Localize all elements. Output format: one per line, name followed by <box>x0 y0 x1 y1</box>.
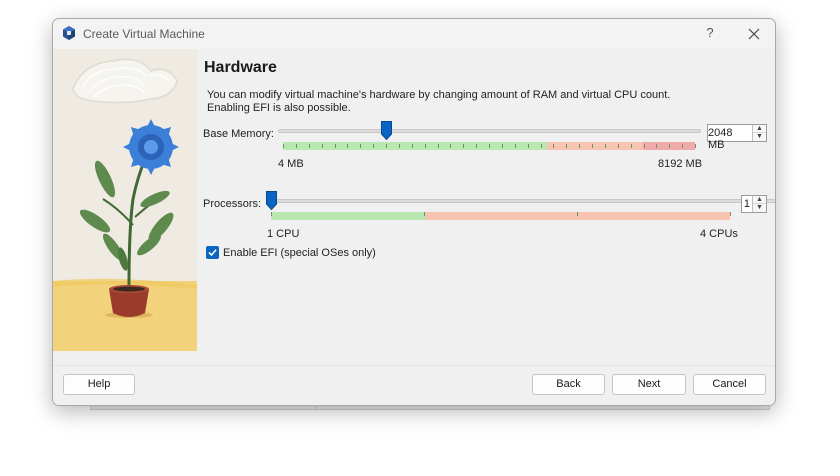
create-vm-dialog: Create Virtual Machine ? Hardware You ca… <box>52 18 776 406</box>
description-line-2: Enabling EFI is also possible. <box>207 102 351 114</box>
memory-min-label: 4 MB <box>278 158 304 170</box>
memory-slider-handle[interactable] <box>380 121 392 141</box>
processors-tick <box>271 212 272 216</box>
memory-tick <box>335 144 336 148</box>
window-title: Create Virtual Machine <box>83 27 205 41</box>
memory-tick <box>541 144 542 148</box>
memory-tick <box>347 144 348 148</box>
memory-spin-buttons: ▲ ▼ <box>752 125 766 141</box>
memory-tick <box>528 144 529 148</box>
memory-tick <box>309 144 310 148</box>
memory-tick <box>566 144 567 148</box>
memory-tick <box>438 144 439 148</box>
cancel-button[interactable]: Cancel <box>693 374 766 395</box>
content-area: Hardware You can modify virtual machine'… <box>197 49 775 351</box>
processors-spin-buttons: ▲ ▼ <box>752 196 766 212</box>
memory-tick <box>644 144 645 148</box>
button-bar: Help Back Next Cancel <box>53 365 775 405</box>
processors-zone-recommended <box>271 212 425 220</box>
title-bar[interactable]: Create Virtual Machine ? <box>53 19 775 49</box>
memory-tick <box>373 144 374 148</box>
memory-tick <box>502 144 503 148</box>
enable-efi-checkbox[interactable] <box>206 246 219 259</box>
memory-tick <box>515 144 516 148</box>
memory-tick <box>605 144 606 148</box>
back-button[interactable]: Back <box>532 374 605 395</box>
memory-tick <box>553 144 554 148</box>
close-icon[interactable] <box>745 25 763 43</box>
next-button[interactable]: Next <box>612 374 686 395</box>
memory-value: 2048 MB <box>708 127 733 151</box>
wizard-illustration <box>53 49 197 351</box>
processors-slider-track[interactable] <box>268 199 775 203</box>
memory-tick <box>399 144 400 148</box>
memory-tick <box>283 144 284 148</box>
processors-increment-icon[interactable]: ▲ <box>753 196 766 204</box>
memory-tick <box>412 144 413 148</box>
memory-tick <box>476 144 477 148</box>
processors-decrement-icon[interactable]: ▼ <box>753 204 766 212</box>
memory-slider-track[interactable] <box>278 129 701 133</box>
memory-tick <box>425 144 426 148</box>
description-line-1: You can modify virtual machine's hardwar… <box>207 89 671 101</box>
memory-tick <box>682 144 683 148</box>
virtualbox-logo-icon <box>61 25 77 41</box>
memory-tick <box>322 144 323 148</box>
page-title: Hardware <box>204 59 277 76</box>
processors-tick <box>730 212 731 216</box>
memory-increment-icon[interactable]: ▲ <box>753 125 766 133</box>
processors-spinbox[interactable]: 1 ▲ ▼ <box>741 195 767 213</box>
memory-tick <box>386 144 387 148</box>
context-help-button[interactable]: ? <box>703 25 717 40</box>
memory-decrement-icon[interactable]: ▼ <box>753 133 766 141</box>
memory-tick <box>695 144 696 148</box>
processors-tick <box>424 212 425 216</box>
processors-tick <box>577 212 578 216</box>
processors-value: 1 <box>743 198 750 210</box>
base-memory-label: Base Memory: <box>203 128 274 140</box>
processors-min-label: 1 CPU <box>267 228 300 240</box>
memory-spinbox[interactable]: 2048 MB ▲ ▼ <box>707 124 767 151</box>
help-button[interactable]: Help <box>63 374 135 395</box>
memory-tick <box>669 144 670 148</box>
memory-tick <box>656 144 657 148</box>
memory-tick <box>579 144 580 148</box>
memory-tick <box>489 144 490 148</box>
memory-tick <box>450 144 451 148</box>
processors-slider-handle[interactable] <box>266 191 277 211</box>
enable-efi-label[interactable]: Enable EFI (special OSes only) <box>223 247 376 259</box>
memory-tick <box>592 144 593 148</box>
memory-tick <box>618 144 619 148</box>
memory-tick <box>463 144 464 148</box>
memory-tick <box>360 144 361 148</box>
processors-max-label: 4 CPUs <box>700 228 738 240</box>
memory-zone-caution <box>547 142 643 150</box>
memory-max-label: 8192 MB <box>658 158 703 170</box>
memory-tick <box>631 144 632 148</box>
memory-tick <box>296 144 297 148</box>
page-description: You can modify virtual machine's hardwar… <box>207 89 677 115</box>
processors-label: Processors: <box>203 198 262 210</box>
